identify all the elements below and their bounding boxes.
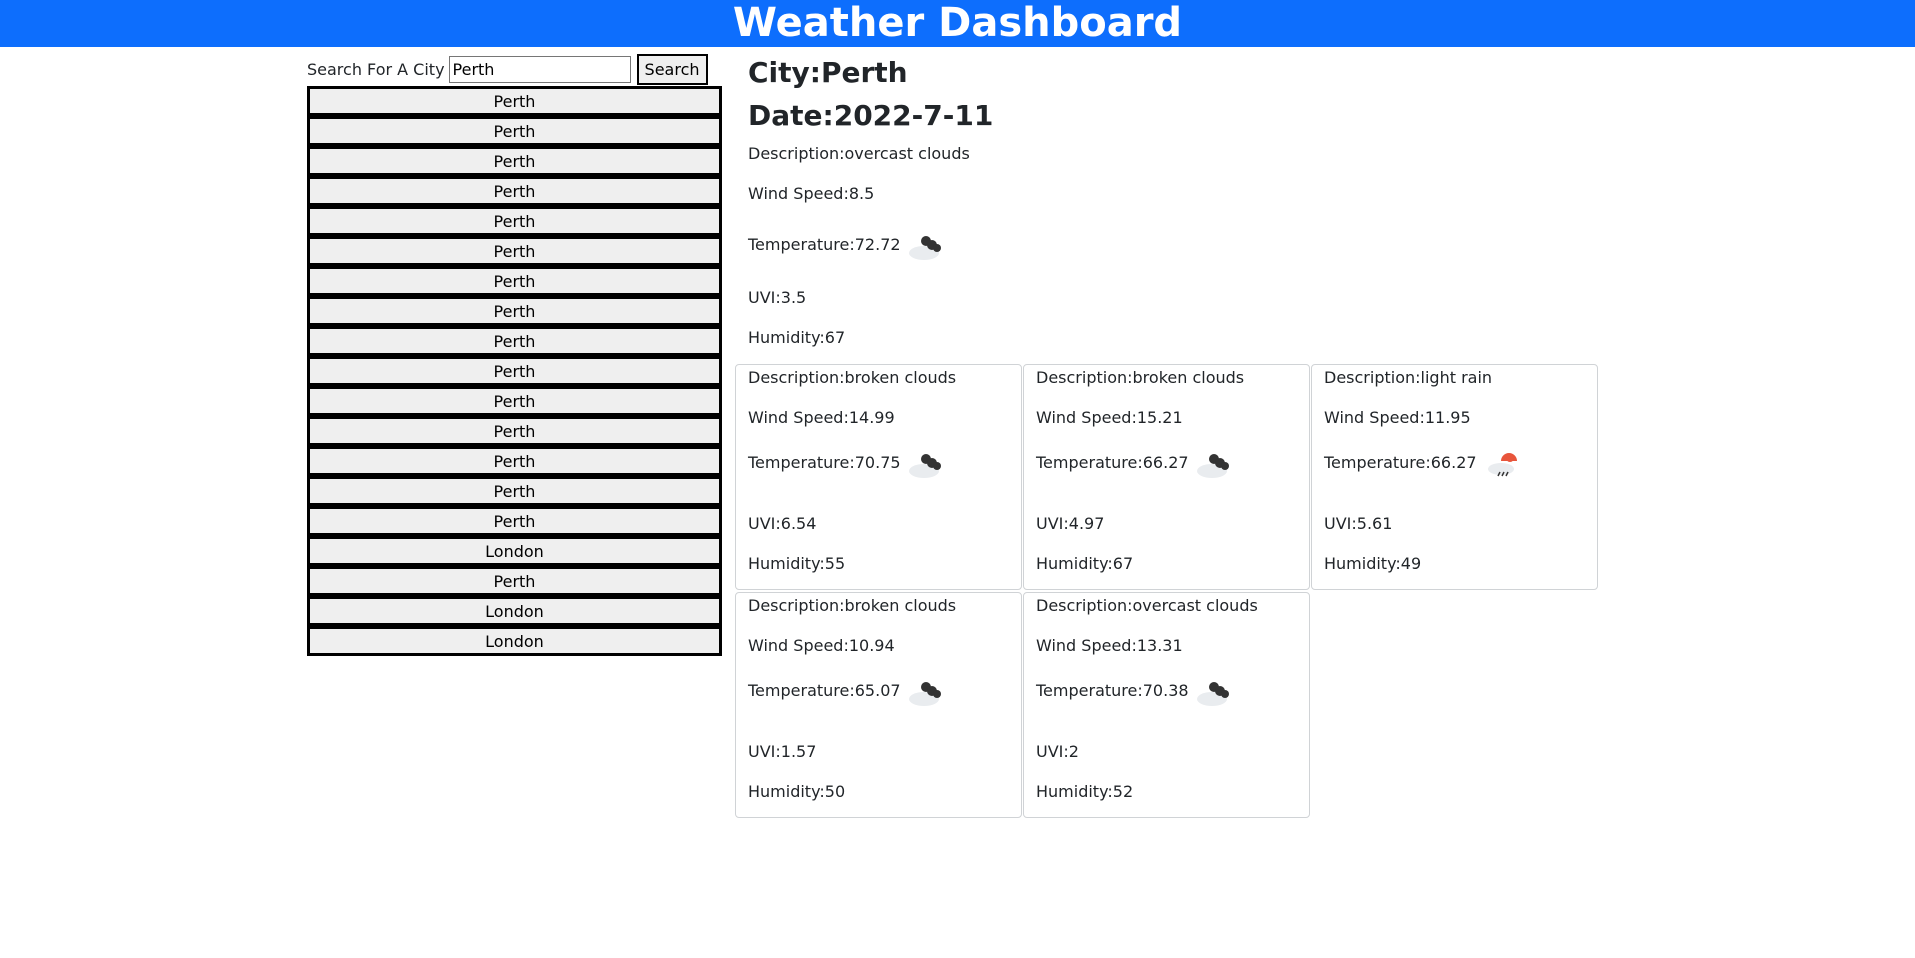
forecast-card: Description:light rain Wind Speed:11.95 …	[1311, 364, 1598, 590]
forecast-uvi: UVI:1.57	[748, 742, 817, 761]
current-uvi: UVI:3.5	[748, 288, 807, 307]
forecast-humidity: Humidity:49	[1324, 554, 1422, 573]
forecast-card: Description:overcast clouds Wind Speed:1…	[1023, 592, 1310, 818]
current-humidity: Humidity:67	[748, 328, 846, 347]
current-temperature: Temperature:72.72	[748, 235, 901, 254]
forecast-wind-speed: Wind Speed:11.95	[1324, 408, 1471, 427]
history-item[interactable]: Perth	[307, 476, 722, 506]
page-title: Weather Dashboard	[732, 0, 1183, 46]
search-row: Search For A City Search	[307, 54, 722, 85]
overcast-clouds-icon	[908, 236, 941, 260]
forecast-uvi: UVI:5.61	[1324, 514, 1393, 533]
forecast-uvi: UVI:2	[1036, 742, 1079, 761]
forecast-description: Description:broken clouds	[748, 368, 957, 387]
forecast-description: Description:broken clouds	[748, 596, 957, 615]
forecast-temperature: Temperature:70.75	[748, 453, 901, 472]
forecast-description: Description:overcast clouds	[1036, 596, 1258, 615]
search-input[interactable]	[448, 56, 631, 83]
current-city: City:Perth	[748, 56, 908, 89]
overcast-clouds-icon	[1196, 682, 1229, 706]
forecast-humidity: Humidity:50	[748, 782, 846, 801]
history-item[interactable]: Perth	[307, 416, 722, 446]
forecast-temperature-row: Temperature:66.27	[1036, 445, 1235, 481]
history-item[interactable]: London	[307, 626, 722, 656]
history-item[interactable]: Perth	[307, 266, 722, 296]
history-item[interactable]: London	[307, 536, 722, 566]
broken-clouds-icon	[908, 682, 941, 706]
current-wind-speed: Wind Speed:8.5	[748, 184, 875, 203]
forecast-description: Description:light rain	[1324, 368, 1493, 387]
search-label: Search For A City	[307, 60, 445, 79]
current-weather: City:Perth Date:2022-7-11 Description:ov…	[748, 54, 1598, 348]
history-item[interactable]: Perth	[307, 446, 722, 476]
history-item[interactable]: Perth	[307, 206, 722, 236]
forecast-description: Description:broken clouds	[1036, 368, 1245, 387]
forecast-uvi: UVI:6.54	[748, 514, 817, 533]
forecast-wind-speed: Wind Speed:13.31	[1036, 636, 1183, 655]
history-item[interactable]: Perth	[307, 146, 722, 176]
forecast-wind-speed: Wind Speed:10.94	[748, 636, 895, 655]
broken-clouds-icon	[908, 454, 941, 478]
search-sidebar: Search For A City Search Perth Perth Per…	[307, 54, 722, 656]
history-item[interactable]: Perth	[307, 176, 722, 206]
history-item[interactable]: Perth	[307, 116, 722, 146]
forecast-wind-speed: Wind Speed:15.21	[1036, 408, 1183, 427]
history-item[interactable]: Perth	[307, 386, 722, 416]
history-item[interactable]: Perth	[307, 296, 722, 326]
broken-clouds-icon	[1196, 454, 1229, 478]
search-button[interactable]: Search	[636, 54, 708, 85]
forecast-humidity: Humidity:52	[1036, 782, 1134, 801]
forecast-temperature: Temperature:66.27	[1324, 453, 1477, 472]
forecast-temperature-row: Temperature:65.07	[748, 673, 947, 709]
forecast-card: Description:broken clouds Wind Speed:15.…	[1023, 364, 1310, 590]
forecast-wind-speed: Wind Speed:14.99	[748, 408, 895, 427]
forecast-humidity: Humidity:55	[748, 554, 846, 573]
forecast-temperature-row: Temperature:70.38	[1036, 673, 1235, 709]
history-item[interactable]: Perth	[307, 356, 722, 386]
forecast-temperature: Temperature:65.07	[748, 681, 901, 700]
forecast-temperature: Temperature:66.27	[1036, 453, 1189, 472]
history-item[interactable]: Perth	[307, 506, 722, 536]
history-item[interactable]: Perth	[307, 236, 722, 266]
forecast-temperature: Temperature:70.38	[1036, 681, 1189, 700]
current-temperature-row: Temperature:72.72	[748, 227, 1598, 263]
forecast-card: Description:broken clouds Wind Speed:14.…	[735, 364, 1022, 590]
history-item[interactable]: London	[307, 596, 722, 626]
current-date: Date:2022-7-11	[748, 99, 994, 132]
history-item[interactable]: Perth	[307, 86, 722, 116]
current-description: Description:overcast clouds	[748, 144, 970, 163]
history-item[interactable]: Perth	[307, 566, 722, 596]
light-rain-icon	[1487, 453, 1517, 477]
forecast-card: Description:broken clouds Wind Speed:10.…	[735, 592, 1022, 818]
forecast-uvi: UVI:4.97	[1036, 514, 1105, 533]
forecast-temperature-row: Temperature:70.75	[748, 445, 947, 481]
search-history-list: Perth Perth Perth Perth Perth Perth Pert…	[307, 86, 722, 656]
app-header: Weather Dashboard	[0, 0, 1915, 47]
forecast-temperature-row: Temperature:66.27	[1324, 445, 1523, 481]
history-item[interactable]: Perth	[307, 326, 722, 356]
forecast-humidity: Humidity:67	[1036, 554, 1134, 573]
